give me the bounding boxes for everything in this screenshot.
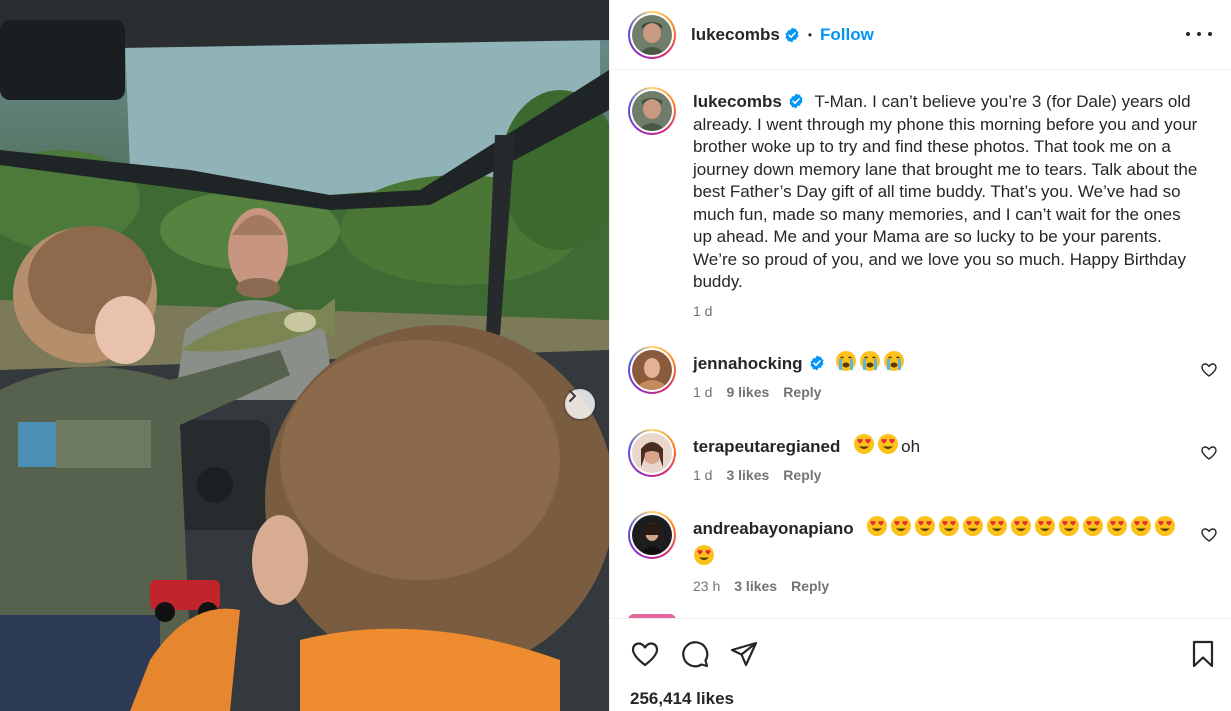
separator-dot: • — [807, 27, 813, 42]
post-header: lukecombs • Follow — [610, 0, 1231, 70]
heart-eyes-emoji-icon — [1106, 515, 1128, 537]
heart-eyes-emoji-icon — [693, 544, 715, 566]
caption-username[interactable]: lukecombs — [693, 92, 782, 111]
reply-button[interactable]: Reply — [783, 467, 821, 483]
comments-section[interactable]: lukecombs T-Man. I can’t believe you’re … — [610, 71, 1231, 618]
verified-badge-icon — [785, 27, 799, 42]
verified-badge-icon — [810, 355, 824, 371]
comment-avatar[interactable] — [628, 511, 676, 559]
caption-avatar-photo — [632, 91, 672, 131]
chevron-right-icon — [569, 390, 576, 402]
like-comment-heart-icon[interactable] — [1201, 445, 1217, 461]
reply-button[interactable]: Reply — [783, 384, 821, 400]
comment-likes[interactable]: 9 likes — [726, 384, 769, 400]
crying-face-emoji-icon — [859, 350, 881, 372]
heart-eyes-emoji-icon — [1058, 515, 1080, 537]
author-avatar[interactable] — [628, 10, 676, 59]
heart-eyes-emoji-icon — [853, 433, 875, 455]
comment-likes[interactable]: 3 likes — [734, 578, 777, 594]
heart-eyes-emoji-icon — [877, 433, 899, 455]
crying-face-emoji-icon — [883, 350, 905, 372]
caption-avatar[interactable] — [628, 87, 676, 135]
next-photo-button[interactable] — [565, 389, 595, 419]
heart-eyes-emoji-icon — [1130, 515, 1152, 537]
comment-item: terapeutaregianed oh 1 d 3 likes Reply — [628, 429, 1201, 483]
like-comment-heart-icon[interactable] — [1201, 527, 1217, 543]
heart-eyes-emoji-icon — [962, 515, 984, 537]
comment-avatar[interactable] — [628, 346, 676, 394]
comment-icon[interactable] — [680, 639, 710, 669]
heart-eyes-emoji-icon — [1082, 515, 1104, 537]
post-actions: 256,414 likes — [610, 618, 1231, 711]
comment-username[interactable]: jennahocking — [693, 354, 803, 373]
heart-eyes-emoji-icon — [1034, 515, 1056, 537]
comment-likes[interactable]: 3 likes — [726, 467, 769, 483]
comment-timestamp[interactable]: 1 d — [693, 467, 712, 483]
heart-icon[interactable] — [630, 639, 660, 669]
comment-item: andreabayonapiano 23 h 3 likes Reply — [628, 511, 1201, 594]
comment-avatar-photo — [632, 433, 672, 473]
more-options-icon[interactable] — [1186, 22, 1212, 46]
author-username[interactable]: lukecombs — [691, 25, 780, 45]
like-comment-heart-icon[interactable] — [1201, 362, 1217, 378]
post-likes-count[interactable]: 256,414 likes — [630, 689, 734, 709]
comment-avatar-photo — [632, 515, 672, 555]
reply-button[interactable]: Reply — [791, 578, 829, 594]
bookmark-icon[interactable] — [1188, 639, 1218, 669]
heart-eyes-emoji-icon — [914, 515, 936, 537]
comment-avatar-photo — [632, 350, 672, 390]
heart-eyes-emoji-icon — [1154, 515, 1176, 537]
comment-emojis — [835, 350, 907, 372]
caption-timestamp[interactable]: 1 d — [693, 303, 712, 319]
follow-button[interactable]: Follow — [820, 25, 874, 45]
heart-eyes-emoji-icon — [938, 515, 960, 537]
post-sidebar: lukecombs • Follow lukecombs T-Man. I ca… — [609, 0, 1231, 711]
caption-text: T-Man. I can’t believe you’re 3 (for Dal… — [693, 92, 1198, 291]
comment-item: jennahocking 1 d 9 likes Reply — [628, 346, 1201, 400]
heart-eyes-emoji-icon — [890, 515, 912, 537]
share-icon[interactable] — [729, 639, 759, 669]
heart-eyes-emoji-icon — [986, 515, 1008, 537]
post-photo[interactable] — [0, 0, 609, 711]
caption: lukecombs T-Man. I can’t believe you’re … — [628, 87, 1201, 319]
author-avatar-photo — [632, 14, 672, 55]
heart-eyes-emoji-icon — [1010, 515, 1032, 537]
comment-timestamp[interactable]: 23 h — [693, 578, 720, 594]
comment-username[interactable]: terapeutaregianed — [693, 437, 840, 456]
comment-avatar[interactable] — [628, 429, 676, 477]
photo-illustration — [0, 0, 609, 711]
verified-badge-icon — [789, 93, 803, 109]
comment-text: oh — [901, 437, 921, 456]
comment-username[interactable]: andreabayonapiano — [693, 519, 854, 538]
heart-eyes-emoji-icon — [866, 515, 888, 537]
comment-timestamp[interactable]: 1 d — [693, 384, 712, 400]
comment-emojis — [853, 433, 901, 455]
crying-face-emoji-icon — [835, 350, 857, 372]
